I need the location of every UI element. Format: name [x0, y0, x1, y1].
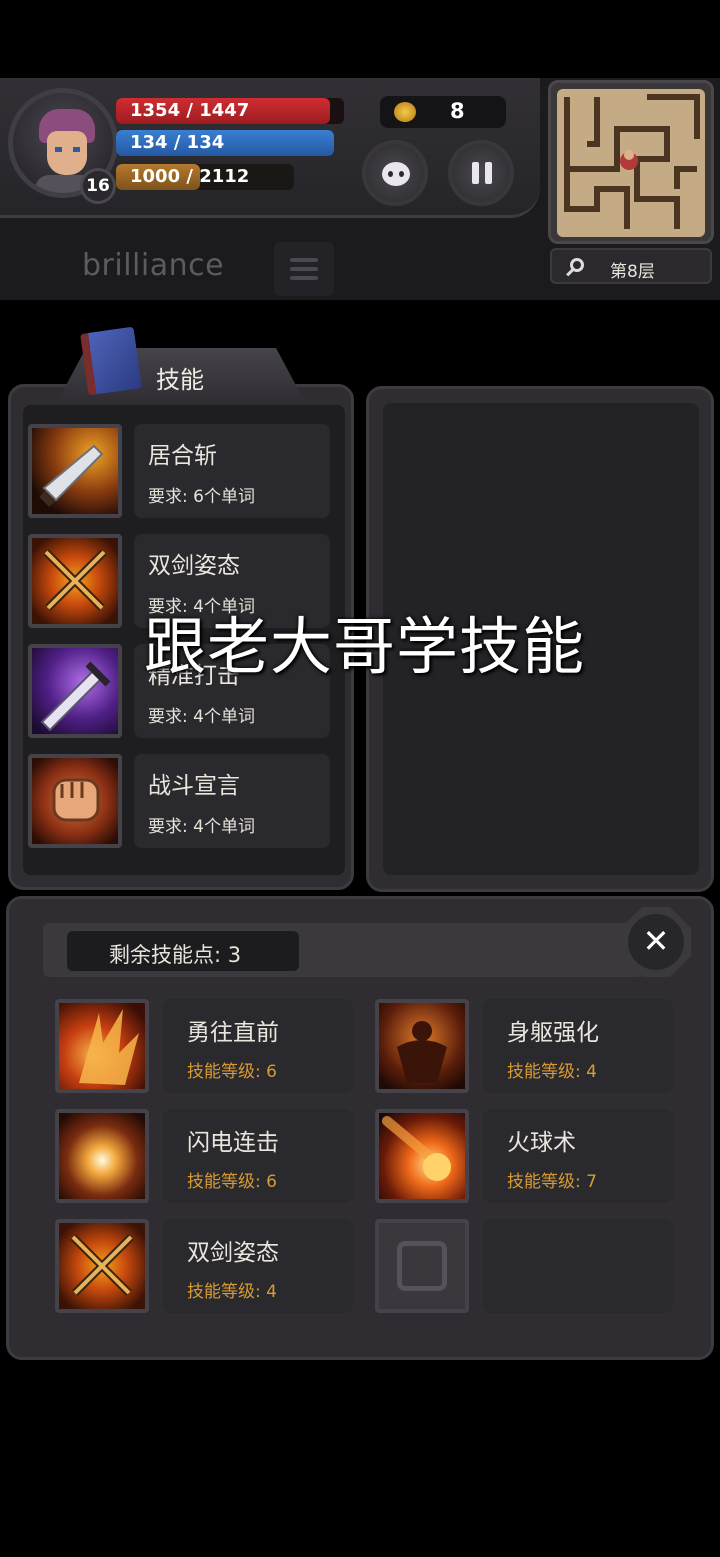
- learned-skill-card[interactable]: 闪电连击技能等级: 6: [163, 1109, 353, 1203]
- crossed-swords-icon[interactable]: [55, 1219, 149, 1313]
- learned-skill-name: 双剑姿态: [187, 1240, 279, 1266]
- xp-sep: /: [180, 166, 200, 187]
- learned-skill-level: 技能等级: 6: [187, 1062, 277, 1082]
- empty-slot-card: [483, 1219, 673, 1313]
- learned-skills-panel: 剩余技能点: 3 ✕ 勇往直前 技能等级: 6 身躯强化 技能等级: 4 闪电连击 技能等…: [6, 896, 714, 1360]
- hp-text: 1354 / 1447: [130, 100, 250, 121]
- video-caption: 跟老大哥学技能: [144, 610, 586, 683]
- purple-sword-icon[interactable]: [28, 644, 122, 738]
- list-icon: [290, 258, 318, 262]
- current-word: brilliance: [82, 248, 225, 283]
- floor-label: 第8层: [610, 262, 655, 282]
- skill-tab-label: 技能: [156, 366, 204, 394]
- skill-requirement: 要求: 4个单词: [148, 707, 255, 727]
- learned-skill-card[interactable]: 火球术技能等级: 7: [483, 1109, 673, 1203]
- skill-name: 居合斩: [148, 443, 217, 469]
- close-icon: ✕: [628, 914, 684, 970]
- skill-requirement: 要求: 6个单词: [148, 487, 255, 507]
- learned-skill-level: 技能等级: 4: [507, 1062, 597, 1082]
- learned-skill[interactable]: 身躯强化技能等级: 4: [375, 999, 675, 1097]
- pause-button[interactable]: [448, 140, 514, 206]
- skill-name: 双剑姿态: [148, 553, 240, 579]
- empty-slot-icon: [375, 1219, 469, 1313]
- close-button[interactable]: ✕: [621, 907, 691, 977]
- coin-icon: [394, 102, 416, 122]
- skill-requirement: 要求: 4个单词: [148, 817, 255, 837]
- skill-points-label: 剩余技能点: 3: [109, 943, 242, 967]
- learned-skill-name: 身躯强化: [507, 1020, 599, 1046]
- fist-icon[interactable]: [28, 754, 122, 848]
- learned-skill-name: 勇往直前: [187, 1020, 279, 1046]
- xp-max: 2112: [199, 166, 250, 187]
- skill-card[interactable]: 居合斩要求: 6个单词: [134, 424, 330, 518]
- floor-indicator[interactable]: 第8层: [550, 248, 712, 284]
- pause-icon: [472, 162, 479, 184]
- learned-skill-level: 技能等级: 6: [187, 1172, 277, 1192]
- flash-icon[interactable]: [55, 1109, 149, 1203]
- search-icon: [570, 258, 584, 272]
- minimap[interactable]: [548, 80, 714, 244]
- blade-skill-icon[interactable]: [28, 424, 122, 518]
- learned-skill-card[interactable]: 身躯强化技能等级: 4: [483, 999, 673, 1093]
- mp-bar: 134 / 134: [116, 130, 334, 156]
- xp-current: 1000: [130, 166, 181, 187]
- hud: 16 1354 / 1447 134 / 134 1000 / 2112 8 第…: [0, 78, 720, 300]
- learned-skill-card[interactable]: 勇往直前技能等级: 6: [163, 999, 353, 1093]
- skill-row[interactable]: 战斗宣言要求: 4个单词: [18, 752, 330, 850]
- minimap-view: [557, 89, 705, 237]
- gold-value: 8: [450, 99, 465, 123]
- list-icon-line: [290, 276, 318, 280]
- gold-counter: 8: [380, 96, 506, 128]
- crossed-swords-icon[interactable]: [28, 534, 122, 628]
- xp-bar: 1000 / 2112: [116, 164, 294, 190]
- list-icon-line: [290, 267, 318, 271]
- pause-icon-bar: [485, 162, 492, 184]
- learned-skill-name: 闪电连击: [187, 1130, 279, 1156]
- body-strength-icon[interactable]: [375, 999, 469, 1093]
- fireball-icon[interactable]: [375, 1109, 469, 1203]
- learned-skill[interactable]: 火球术技能等级: 7: [375, 1109, 675, 1207]
- learned-skill-card[interactable]: 双剑姿态技能等级: 4: [163, 1219, 353, 1313]
- skill-book-icon: [79, 326, 143, 396]
- learned-skill[interactable]: 勇往直前技能等级: 6: [55, 999, 355, 1097]
- skill-card[interactable]: 战斗宣言要求: 4个单词: [134, 754, 330, 848]
- learned-skill-name: 火球术: [507, 1130, 576, 1156]
- skill-points-strip: 剩余技能点: 3: [43, 923, 643, 977]
- minimap-maze: [564, 94, 700, 229]
- learned-skill-level: 技能等级: 7: [507, 1172, 597, 1192]
- learned-skill-level: 技能等级: 4: [187, 1282, 277, 1302]
- word-list-button[interactable]: [274, 242, 334, 296]
- mp-text: 134 / 134: [130, 132, 225, 153]
- level-badge: 16: [80, 168, 116, 204]
- flame-claw-icon[interactable]: [55, 999, 149, 1093]
- pet-face-icon: [382, 162, 410, 186]
- learned-skill[interactable]: 闪电连击技能等级: 6: [55, 1109, 355, 1207]
- pet-button[interactable]: [362, 140, 428, 206]
- skill-points-box: 剩余技能点: 3: [67, 931, 299, 971]
- hp-bar: 1354 / 1447: [116, 98, 344, 124]
- skill-name: 战斗宣言: [148, 773, 240, 799]
- skill-row[interactable]: 居合斩要求: 6个单词: [18, 422, 330, 520]
- empty-skill-slot[interactable]: [375, 1219, 675, 1317]
- learned-skill[interactable]: 双剑姿态技能等级: 4: [55, 1219, 355, 1317]
